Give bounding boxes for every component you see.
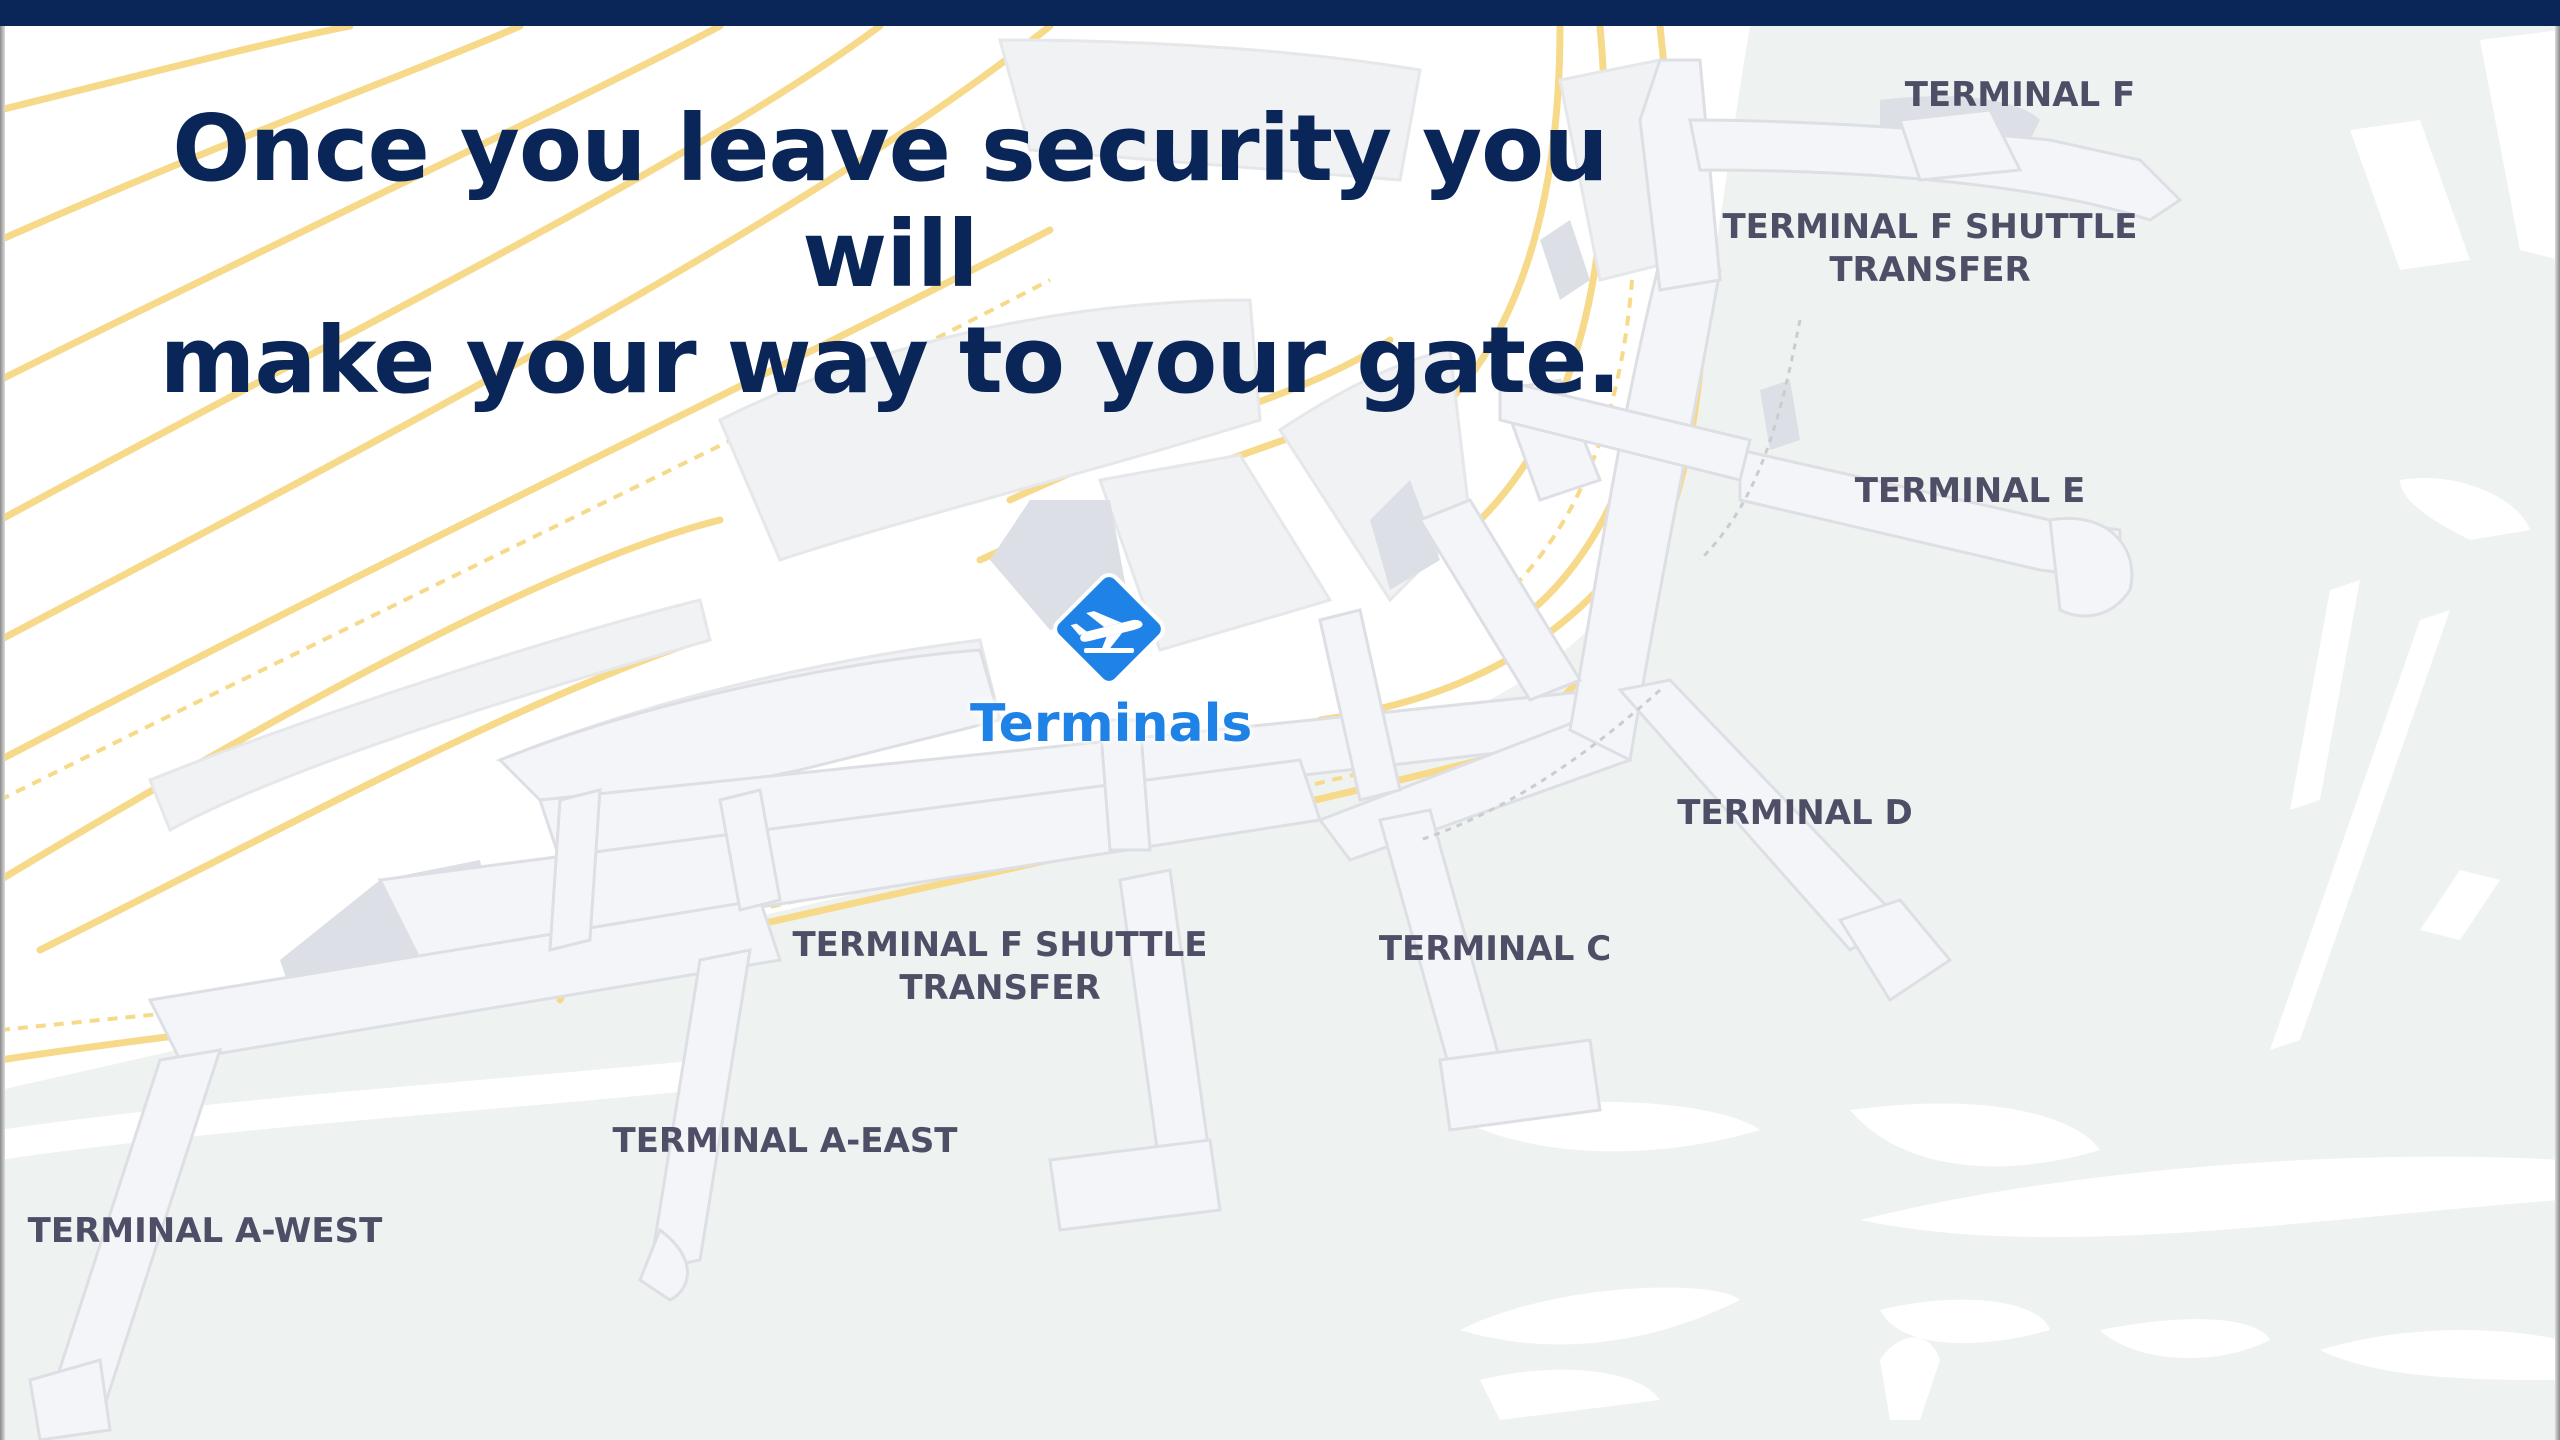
terminal-c-label: TERMINAL C [1378, 929, 1612, 969]
airplane-departure-icon[interactable] [1046, 566, 1172, 692]
terminals-marker-label[interactable]: Terminals [970, 694, 1252, 754]
terminal-f-label: TERMINAL F [1904, 75, 2136, 115]
slide-right-edge [2555, 26, 2560, 1440]
terminal-d-label: TERMINAL D [1677, 793, 1913, 833]
headline-line-2: make your way to your gate. [159, 307, 1622, 414]
slide-headline: Once you leave security you will make yo… [140, 96, 1640, 414]
header-bar [0, 0, 2560, 26]
terminal-e-label: TERMINAL E [1854, 471, 2086, 511]
terminal-f-shuttle-north-label: TERMINAL F SHUTTLE TRANSFER [1722, 207, 2138, 290]
terminal-a-west-label: TERMINAL A-WEST [27, 1211, 383, 1251]
headline-line-1: Once you leave security you will [172, 95, 1609, 308]
slide: Once you leave security you will make yo… [0, 0, 2560, 1440]
terminal-f-shuttle-south-label: TERMINAL F SHUTTLE TRANSFER [792, 925, 1208, 1008]
slide-left-edge [0, 26, 5, 1440]
terminal-a-east-label: TERMINAL A-EAST [612, 1121, 958, 1161]
